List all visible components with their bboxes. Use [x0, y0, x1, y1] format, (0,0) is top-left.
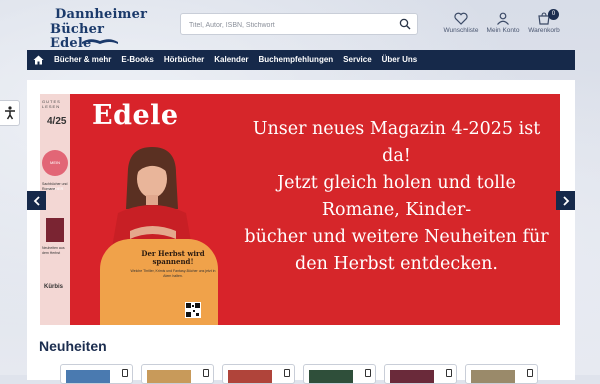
open-book-icon — [82, 39, 118, 44]
product-cover — [228, 370, 272, 383]
magazine-strip-text-2: Neuheiten aus dem Herbst — [42, 246, 65, 255]
banner-text-line-4: Romane, Kinder- — [321, 200, 472, 220]
cart-label: Warenkorb — [528, 27, 560, 34]
home-icon — [33, 55, 43, 65]
product-card[interactable] — [141, 364, 214, 384]
account-button[interactable]: Mein Konto — [481, 12, 525, 34]
accessibility-icon — [4, 106, 15, 120]
nav-item-recommendations[interactable]: Buchempfehlungen — [254, 50, 339, 70]
chevron-right-icon — [562, 195, 569, 206]
product-card[interactable] — [303, 364, 376, 384]
wishlist-button[interactable]: Wunschliste — [439, 12, 483, 34]
banner-text-line-5: bücher und weitere Neuheiten für — [244, 227, 549, 247]
product-cover — [471, 370, 515, 383]
magazine-strip-label: GUTES LESEN — [42, 99, 61, 109]
cover-story-headline: Der Herbst wird spannend! — [141, 249, 205, 266]
magazine-strip-text-1: Sachbücher und Romane — [42, 182, 68, 191]
user-icon — [497, 12, 509, 25]
product-cover — [147, 370, 191, 383]
nav-item-audiobooks[interactable]: Hörbücher — [159, 50, 209, 70]
hero-banner[interactable]: GUTES LESEN 4/25 MEIN BÜCHER Sachbücher … — [40, 94, 560, 325]
store-logo[interactable]: Dannheimer Bücher Edele — [50, 6, 148, 51]
accessibility-button[interactable] — [0, 100, 20, 126]
slider-prev-button[interactable] — [27, 191, 46, 210]
magazine-issue: 4/25 — [47, 116, 67, 127]
bookmark-icon[interactable] — [284, 369, 290, 377]
product-card[interactable] — [222, 364, 295, 384]
heart-icon — [454, 12, 468, 25]
cart-count-badge: 0 — [548, 9, 559, 20]
bookmark-icon[interactable] — [446, 369, 452, 377]
bookmark-icon[interactable] — [365, 369, 371, 377]
product-card[interactable] — [384, 364, 457, 384]
magazine-circle-badge: MEIN BÜCHER — [42, 150, 68, 191]
product-cover — [390, 370, 434, 383]
product-cover — [309, 370, 353, 383]
qr-code-icon — [186, 303, 200, 317]
wishlist-label: Wunschliste — [443, 27, 479, 34]
banner-text-line-6: den Herbst entdecken. — [295, 254, 498, 274]
banner-text-line-3: Jetzt gleich holen und tolle — [277, 173, 516, 193]
banner-text: Unser neues Magazin 4-2025 ist da! Jetzt… — [238, 116, 555, 278]
chevron-left-icon — [33, 195, 40, 206]
nav-item-ebooks[interactable]: E-Books — [116, 50, 158, 70]
qr-code — [185, 302, 201, 318]
nav-item-about[interactable]: Über Uns — [377, 50, 423, 70]
section-title-new-releases: Neuheiten — [39, 338, 107, 354]
product-card[interactable] — [465, 364, 538, 384]
cart-button[interactable]: 0 Warenkorb — [522, 9, 566, 34]
banner-text-line-1: Unser neues Magazin 4-2025 ist — [252, 119, 541, 139]
home-button[interactable] — [27, 50, 49, 70]
nav-item-books[interactable]: Bücher & mehr — [49, 50, 116, 70]
nav-item-calendar[interactable]: Kalender — [209, 50, 253, 70]
search-input[interactable] — [187, 17, 391, 33]
logo-line-1: Dannheimer — [55, 7, 148, 22]
cover-story-teaser: Welche Thriller, Krimis und Fantasy-Büch… — [130, 269, 216, 278]
slider-next-button[interactable] — [556, 191, 575, 210]
magazine-title: Edele — [92, 100, 179, 131]
bookmark-icon[interactable] — [203, 369, 209, 377]
nav-item-service[interactable]: Service — [338, 50, 376, 70]
banner-text-line-2: da! — [382, 146, 411, 166]
magazine-cover-story: Der Herbst wird spannend! Welche Thrille… — [128, 250, 218, 278]
magazine-book-thumbnail — [46, 218, 64, 242]
account-label: Mein Konto — [486, 27, 520, 34]
search-icon[interactable] — [399, 18, 411, 30]
product-card[interactable] — [60, 364, 133, 384]
magazine-strip-keyword: Kürbis — [44, 284, 64, 290]
magazine-cover: GUTES LESEN 4/25 MEIN BÜCHER Sachbücher … — [40, 94, 230, 325]
bookmark-icon[interactable] — [527, 369, 533, 377]
search-bar — [180, 13, 418, 35]
product-cover — [66, 370, 110, 383]
main-navigation: Bücher & mehr E-Books Hörbücher Kalender… — [27, 50, 575, 70]
bookmark-icon[interactable] — [122, 369, 128, 377]
